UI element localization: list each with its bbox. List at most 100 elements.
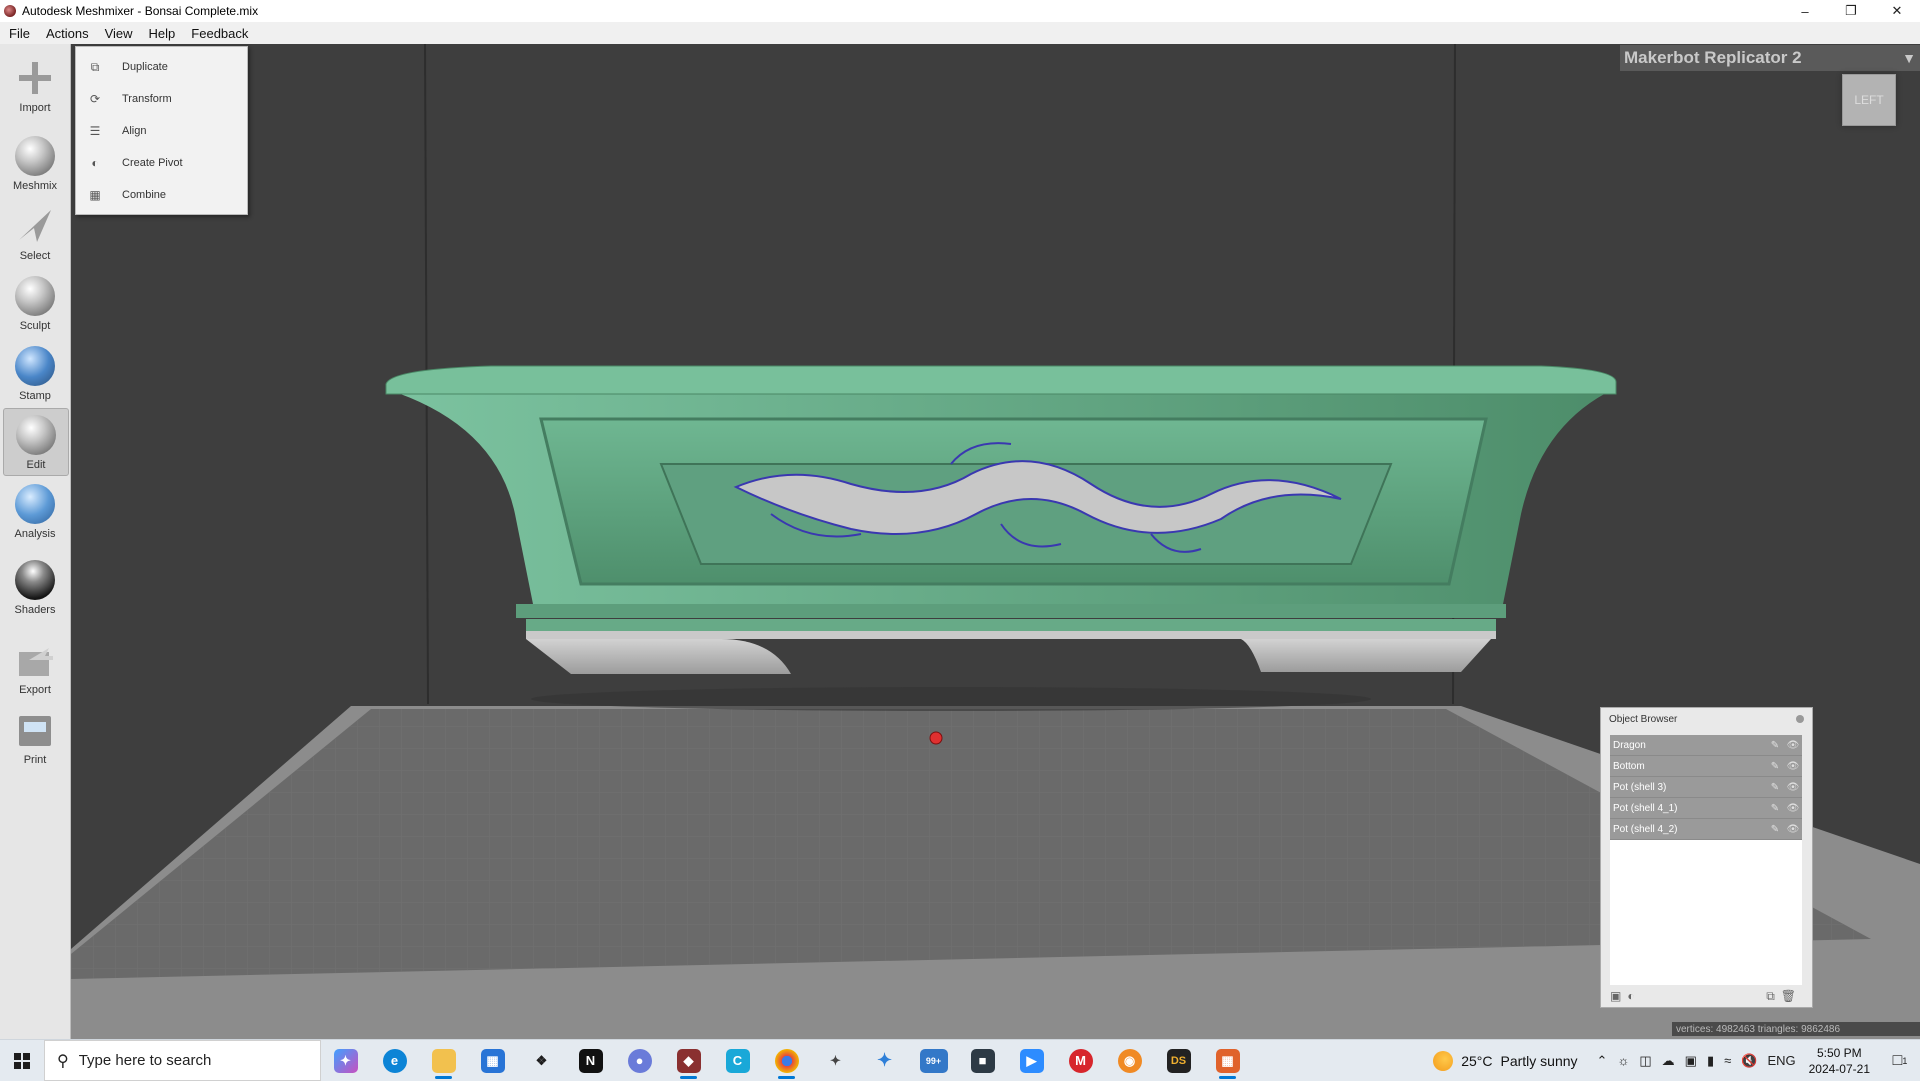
- object-row-pot-shell-4-2[interactable]: Pot (shell 4_2) ✎ 👁: [1610, 819, 1802, 840]
- dark-app-icon: ■: [970, 1048, 995, 1073]
- notification-center[interactable]: □ 1: [1880, 1040, 1920, 1081]
- tool-edit[interactable]: Edit: [3, 408, 69, 476]
- language-indicator[interactable]: ENG: [1767, 1053, 1795, 1068]
- device-icon[interactable]: ◫: [1639, 1053, 1651, 1069]
- menu-item-combine[interactable]: ▦ Combine: [76, 183, 247, 207]
- menu-item-align[interactable]: ☰ Align: [76, 119, 247, 143]
- printer-selector[interactable]: Makerbot Replicator 2 ▼: [1620, 45, 1920, 71]
- eye-icon[interactable]: 👁: [1784, 824, 1802, 835]
- actions-dropdown: ⧉ Duplicate ⟳ Transform ☰ Align ◐ Create…: [75, 46, 248, 215]
- stamp-sphere-icon: [13, 344, 57, 388]
- cube-icon[interactable]: ▣: [1610, 989, 1621, 1003]
- chrome-app[interactable]: [762, 1040, 811, 1081]
- tool-export[interactable]: Export: [3, 634, 67, 700]
- transform-icon: ⟳: [89, 92, 101, 106]
- volume-mute-icon[interactable]: 🔇: [1741, 1053, 1757, 1069]
- object-browser: Object Browser Dragon ✎ 👁 Bottom ✎ 👁 Pot…: [1600, 707, 1813, 1008]
- taskbar-search[interactable]: ⚲ Type here to search: [44, 1040, 321, 1081]
- clock[interactable]: 5:50 PM 2024-07-21: [1809, 1045, 1870, 1077]
- store-icon: ▦: [480, 1048, 505, 1073]
- chevron-up-icon[interactable]: ⌃: [1597, 1053, 1608, 1069]
- trash-icon[interactable]: 🗑: [1781, 989, 1796, 1003]
- tray-app-icon[interactable]: ☼: [1617, 1053, 1629, 1068]
- app-11[interactable]: ✦: [811, 1040, 860, 1081]
- copilot-app[interactable]: ✦: [321, 1040, 370, 1081]
- edge-app[interactable]: e: [370, 1040, 419, 1081]
- mesh-stats: vertices: 4982463 triangles: 9862486: [1672, 1022, 1920, 1036]
- pencil-icon[interactable]: ✎: [1766, 803, 1784, 814]
- menu-item-duplicate[interactable]: ⧉ Duplicate: [76, 55, 247, 79]
- menu-item-create-pivot[interactable]: ◐ Create Pivot: [76, 151, 247, 175]
- tool-select[interactable]: Select: [3, 200, 67, 266]
- m-app-icon: M: [1068, 1048, 1093, 1073]
- tool-meshmix[interactable]: Meshmix: [3, 130, 67, 196]
- ds-app[interactable]: DS: [1154, 1040, 1203, 1081]
- tool-stamp[interactable]: Stamp: [3, 340, 67, 406]
- pencil-icon[interactable]: ✎: [1766, 740, 1784, 751]
- tool-shaders[interactable]: Shaders: [3, 554, 67, 620]
- battery-icon[interactable]: ▮: [1707, 1053, 1714, 1069]
- meshmixer-app[interactable]: ◆: [664, 1040, 713, 1081]
- minimize-button[interactable]: –: [1782, 0, 1828, 22]
- pot-base-trim: [526, 631, 1496, 639]
- store-app[interactable]: ▦: [468, 1040, 517, 1081]
- menu-item-transform[interactable]: ⟳ Transform: [76, 87, 247, 111]
- blender-app[interactable]: ◉: [1105, 1040, 1154, 1081]
- pencil-icon[interactable]: ✎: [1766, 761, 1784, 772]
- restore-button[interactable]: ❐: [1828, 0, 1874, 22]
- tool-analysis[interactable]: Analysis: [3, 478, 67, 544]
- monitor-icon[interactable]: ▣: [1685, 1053, 1697, 1069]
- tool-import[interactable]: Import: [3, 52, 67, 118]
- app-7[interactable]: ●: [615, 1040, 664, 1081]
- eye-icon[interactable]: 👁: [1784, 740, 1802, 751]
- pivot-marker: [929, 731, 943, 745]
- face-sphere-icon: [13, 134, 57, 178]
- pivot-icon: ◐: [91, 156, 99, 170]
- wifi-icon[interactable]: ≈: [1724, 1053, 1731, 1068]
- start-button[interactable]: [0, 1040, 44, 1081]
- notion-app[interactable]: N: [566, 1040, 615, 1081]
- pivot-small-icon[interactable]: ◐: [1627, 989, 1634, 1003]
- app-14[interactable]: ■: [958, 1040, 1007, 1081]
- brush-sphere-icon: [13, 274, 57, 318]
- pencil-icon[interactable]: ✎: [1766, 824, 1784, 835]
- menu-help[interactable]: Help: [140, 26, 183, 41]
- app-12[interactable]: ✦: [860, 1040, 909, 1081]
- pinned-apps: ✦ e ▦ ❖ N ● ◆ C ✦ ✦ 99+ ■ ▶ M ◉ DS ▦: [321, 1040, 1252, 1081]
- duplicate-object-icon[interactable]: ⧉: [1766, 989, 1775, 1004]
- dropbox-app[interactable]: ❖: [517, 1040, 566, 1081]
- close-icon[interactable]: [1796, 715, 1804, 723]
- arrow-icon: [13, 204, 57, 248]
- object-row-pot-shell-3[interactable]: Pot (shell 3) ✎ 👁: [1610, 777, 1802, 798]
- app-16[interactable]: M: [1056, 1040, 1105, 1081]
- tool-sculpt[interactable]: Sculpt: [3, 270, 67, 336]
- app-19[interactable]: ▦: [1203, 1040, 1252, 1081]
- menu-actions[interactable]: Actions: [37, 26, 96, 41]
- close-button[interactable]: ✕: [1874, 0, 1920, 22]
- menu-view[interactable]: View: [96, 26, 140, 41]
- view-cube[interactable]: LEFT: [1842, 74, 1896, 126]
- dropbox-icon: ❖: [535, 1052, 548, 1068]
- menu-file[interactable]: File: [0, 26, 37, 41]
- zoom-app[interactable]: ▶: [1007, 1040, 1056, 1081]
- object-row-dragon[interactable]: Dragon ✎ 👁: [1610, 735, 1802, 756]
- object-row-pot-shell-4-1[interactable]: Pot (shell 4_1) ✎ 👁: [1610, 798, 1802, 819]
- eye-icon[interactable]: 👁: [1784, 761, 1802, 772]
- cloud-icon[interactable]: ☁: [1662, 1053, 1675, 1069]
- weather-widget[interactable]: 25°C Partly sunny: [1433, 1050, 1578, 1071]
- mail-icon: 99+: [919, 1048, 948, 1073]
- pencil-icon[interactable]: ✎: [1766, 782, 1784, 793]
- tool-print[interactable]: Print: [3, 704, 67, 770]
- system-tray: 25°C Partly sunny ⌃ ☼ ◫ ☁ ▣ ▮ ≈ 🔇 ENG 5:…: [1433, 1040, 1920, 1081]
- menu-feedback[interactable]: Feedback: [182, 26, 255, 41]
- app-9[interactable]: C: [713, 1040, 762, 1081]
- mail-app[interactable]: 99+: [909, 1040, 958, 1081]
- pot-rim: [385, 365, 1617, 395]
- pot-base-band: [516, 604, 1506, 618]
- eye-icon[interactable]: 👁: [1784, 782, 1802, 793]
- edge-icon: e: [382, 1048, 407, 1073]
- object-row-bottom[interactable]: Bottom ✎ 👁: [1610, 756, 1802, 777]
- eye-icon[interactable]: 👁: [1784, 803, 1802, 814]
- file-explorer-app[interactable]: [419, 1040, 468, 1081]
- export-icon: [13, 638, 57, 682]
